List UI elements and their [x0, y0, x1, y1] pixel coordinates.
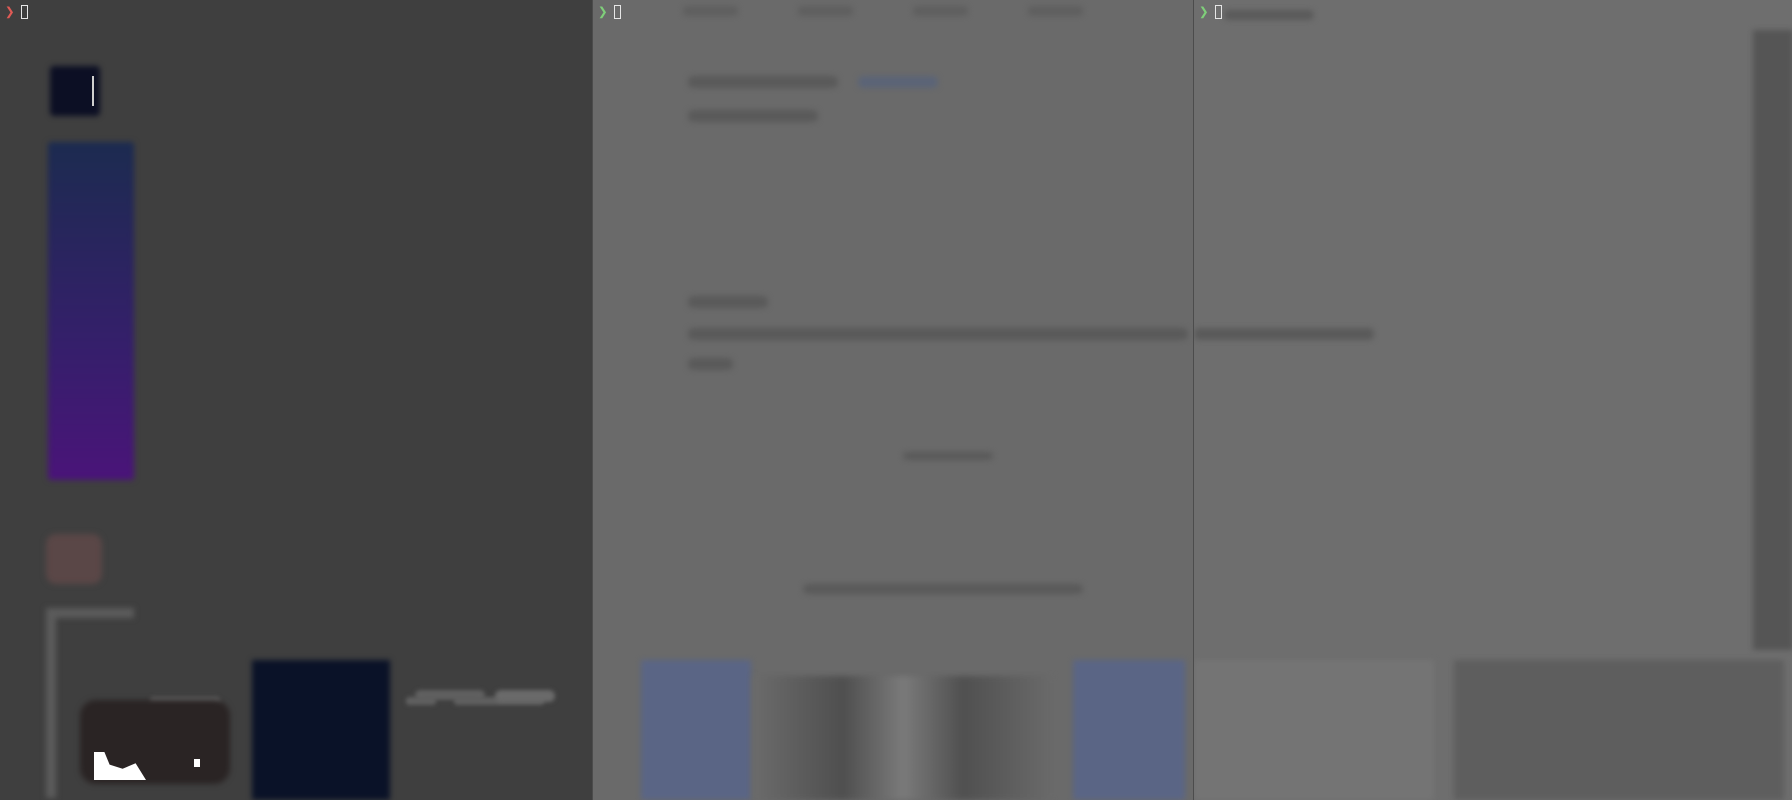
white-dot-mark — [194, 759, 200, 767]
blurred-light-region — [1194, 660, 1434, 800]
prompt-arrow-icon: ❯ — [598, 2, 608, 21]
blurred-nav-item — [1224, 10, 1314, 20]
blurred-text-line — [688, 328, 1188, 340]
blurred-card — [252, 660, 390, 800]
prompt-arrow-icon: ❯ — [5, 2, 15, 21]
text-cursor — [20, 5, 28, 19]
blurred-heading — [688, 296, 768, 308]
terminal-pane-middle[interactable]: ❯ — [592, 0, 1194, 800]
blurred-dark-region — [1454, 660, 1784, 800]
terminal-pane-left[interactable]: ❯ — [0, 0, 592, 800]
blurred-blue-card — [1073, 660, 1185, 800]
prompt-line[interactable]: ❯ — [1199, 2, 1222, 22]
blurred-link — [858, 76, 938, 88]
blurred-caption — [903, 452, 993, 460]
app-icon-glint — [82, 76, 94, 106]
blurred-text-line — [688, 358, 733, 370]
terminal-split-view: ❯ ❯ ❯ — [0, 0, 1792, 800]
blurred-blue-card — [641, 660, 751, 800]
text-cursor — [613, 5, 621, 19]
prompt-line[interactable]: ❯ — [5, 2, 28, 22]
prompt-arrow-icon: ❯ — [1199, 2, 1209, 21]
text-cursor — [1214, 5, 1222, 19]
blurred-photo-collage — [753, 676, 1053, 800]
blurred-side-panel — [1753, 30, 1792, 650]
blurred-text-line — [688, 110, 818, 122]
blurred-gradient-panel — [48, 142, 134, 480]
blurred-pill-row — [415, 690, 555, 704]
blurred-nav-bar — [683, 6, 1083, 22]
terminal-pane-right[interactable]: ❯ — [1193, 0, 1792, 800]
blurred-text-line — [1194, 328, 1374, 340]
blurred-footer-line — [803, 584, 1083, 594]
prompt-line[interactable]: ❯ — [598, 2, 621, 22]
blurred-rounded-icon — [46, 534, 102, 584]
blurred-text-line — [688, 76, 838, 88]
